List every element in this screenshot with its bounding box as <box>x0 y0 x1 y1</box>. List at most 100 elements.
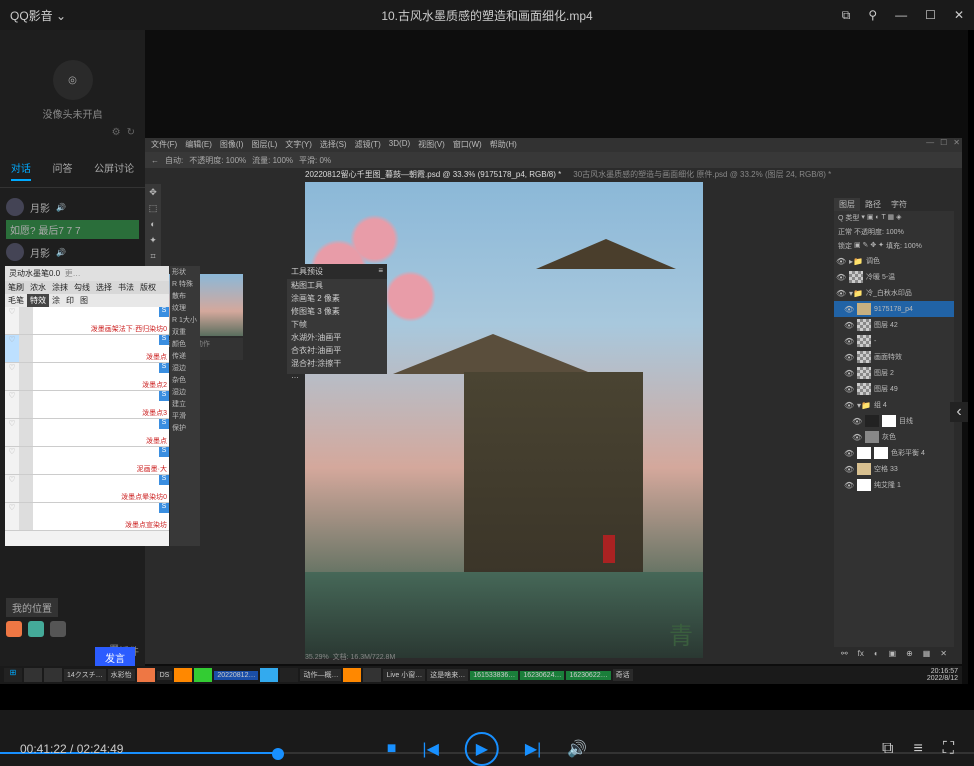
bs-row[interactable]: R 特殊 <box>170 278 200 290</box>
start-button[interactable]: ⊞ <box>4 668 22 682</box>
search-icon[interactable] <box>24 668 42 682</box>
heart-icon[interactable]: ♡ <box>5 503 19 530</box>
play-button[interactable]: ▶ <box>465 732 499 766</box>
visibility-icon[interactable]: 👁 <box>844 385 854 394</box>
qqplayer-icon[interactable] <box>260 668 278 682</box>
menu-edit[interactable]: 编辑(E) <box>185 139 212 151</box>
layer-item[interactable]: 👁冷暖 5-温 <box>834 269 954 285</box>
tab-paths[interactable]: 路径 <box>860 198 886 211</box>
visibility-icon[interactable]: 👁 <box>844 401 854 410</box>
bs-row[interactable]: 湿边 <box>170 362 200 374</box>
settings-icon[interactable]: ⚙ <box>112 127 121 138</box>
steam-icon[interactable] <box>280 668 298 682</box>
layer-item[interactable]: 👁图层 2 <box>834 365 954 381</box>
preset-item[interactable]: 混合衬:涂擦干 <box>287 357 387 370</box>
panel-header[interactable]: 灵动水墨笔0.0 更… <box>5 266 169 281</box>
opacity-input[interactable]: 不透明度: 100% <box>854 227 904 237</box>
layer-item[interactable]: 👁▾📁组 4 <box>834 397 954 413</box>
brush-item[interactable]: ♡泼墨画架法下·西归染坊0S <box>5 307 169 335</box>
position-button[interactable]: 我的位置 <box>6 598 58 617</box>
menu-window[interactable]: 窗口(W) <box>453 139 482 151</box>
brush-tab[interactable]: 勾线 <box>71 281 93 294</box>
adj-icon[interactable]: ▣ <box>889 649 897 658</box>
visibility-icon[interactable]: 👁 <box>844 305 854 314</box>
menu-image[interactable]: 图像(I) <box>220 139 244 151</box>
new-icon[interactable]: ▦ <box>923 649 931 658</box>
taskbar-item[interactable]: 奇话 <box>613 669 633 681</box>
message-item[interactable]: 月影🔊 <box>6 194 139 220</box>
visibility-icon[interactable]: 👁 <box>844 353 854 362</box>
brush-item[interactable]: ♡泼墨点3S <box>5 391 169 419</box>
folder-icon[interactable] <box>50 621 66 637</box>
bs-row[interactable]: 杂色 <box>170 374 200 386</box>
layer-kind[interactable]: Q 类型 <box>838 213 859 223</box>
app-icon[interactable] <box>363 668 381 682</box>
blend-mode[interactable]: 正常 <box>838 227 852 237</box>
heart-icon[interactable]: ♡ <box>5 475 19 502</box>
brush-item[interactable]: ♡泥画墨·大S <box>5 447 169 475</box>
heart-icon[interactable]: ♡ <box>5 447 19 474</box>
link-icon[interactable]: ⚯ <box>841 649 848 658</box>
menu-file[interactable]: 文件(F) <box>151 139 177 151</box>
bs-row[interactable]: 散布 <box>170 290 200 302</box>
layer-item[interactable]: 👁画面特效 <box>834 349 954 365</box>
bs-row[interactable]: 纹理 <box>170 302 200 314</box>
bs-row[interactable]: 保护 <box>170 422 200 434</box>
crop-tool-icon[interactable]: ⌗ <box>145 248 161 264</box>
layer-item[interactable]: 👁空格 33 <box>834 461 954 477</box>
mask-icon[interactable]: ◐ <box>874 649 879 658</box>
taskbar-item[interactable]: 14クスチ… <box>64 669 106 681</box>
bs-row[interactable]: 建立 <box>170 398 200 410</box>
tab-discuss[interactable]: 公屏讨论 <box>94 160 134 181</box>
app-icon[interactable] <box>194 668 212 682</box>
camera-off-icon[interactable]: ◎ <box>53 60 93 100</box>
brush-subtab[interactable]: 毛笔 <box>5 294 27 307</box>
taskbar-item[interactable]: Live 小窗… <box>383 669 425 681</box>
app-icon[interactable] <box>343 668 361 682</box>
layer-item[interactable]: 👁纯艾隆 1 <box>834 477 954 493</box>
heart-icon[interactable]: ♡ <box>5 335 19 362</box>
tab-qa[interactable]: 问答 <box>52 160 72 181</box>
taskbar-item[interactable]: DS <box>157 671 173 680</box>
tool-icon[interactable]: ← <box>151 156 159 165</box>
preset-item[interactable]: 水湖外:油画平 <box>287 331 387 344</box>
refresh-icon[interactable]: ↻ <box>127 127 135 138</box>
brush-subtab[interactable]: 特效 <box>27 294 49 307</box>
bs-row[interactable]: 形状 <box>170 266 200 278</box>
lasso-tool-icon[interactable]: ◐ <box>145 216 161 232</box>
brush-tab[interactable]: 涂抹 <box>49 281 71 294</box>
bs-row[interactable]: R 1大小 <box>170 314 200 326</box>
brush-item[interactable]: ♡泼墨点晕染坊0S <box>5 475 169 503</box>
heart-icon[interactable]: ♡ <box>5 363 19 390</box>
brush-tab[interactable]: 选择 <box>93 281 115 294</box>
system-clock[interactable]: 20:16:57 2022/8/12 <box>927 668 958 682</box>
preset-item[interactable]: 下帧 <box>287 318 387 331</box>
message-item[interactable]: 月影🔊 <box>6 239 139 265</box>
taskbar-item[interactable]: 水彩怡 <box>108 669 135 681</box>
trash-icon[interactable]: ✕ <box>940 649 947 658</box>
brush-subtab[interactable]: 图 <box>77 294 91 307</box>
brush-tab[interactable]: 版权 <box>137 281 159 294</box>
minimize-icon[interactable]: — <box>895 8 907 23</box>
fill-input[interactable]: 填充: 100% <box>886 241 922 251</box>
brush-subtab[interactable]: 印 <box>63 294 77 307</box>
doc-tab[interactable]: 20220812留心千里图_暮鼓—朝霞.psd @ 33.3% (9175178… <box>305 169 561 181</box>
taskbar-item[interactable]: 动作—概… <box>300 669 341 681</box>
blender-icon[interactable] <box>174 668 192 682</box>
heart-icon[interactable]: ♡ <box>5 419 19 446</box>
brush-item[interactable]: ♡泼墨点2S <box>5 363 169 391</box>
layer-item[interactable]: 👁▾📁冷_白秋水印品 <box>834 285 954 301</box>
panel-header[interactable]: 工具预设≡ <box>287 264 387 279</box>
tab-char[interactable]: 字符 <box>886 198 912 211</box>
settings-button[interactable]: ≡ <box>913 740 922 758</box>
visibility-icon[interactable]: 👁 <box>844 337 854 346</box>
layer-item[interactable]: 👁- <box>834 333 954 349</box>
opt-smooth[interactable]: 平滑: 0% <box>299 155 331 166</box>
visibility-icon[interactable]: 👁 <box>852 417 862 426</box>
fx-icon[interactable]: fx <box>858 649 864 658</box>
layer-item[interactable]: 👁9175178_p4 <box>834 301 954 317</box>
apps-icon[interactable] <box>6 621 22 637</box>
visibility-icon[interactable]: 👁 <box>836 273 846 282</box>
wand-tool-icon[interactable]: ✦ <box>145 232 161 248</box>
bs-row[interactable]: 双重 <box>170 326 200 338</box>
